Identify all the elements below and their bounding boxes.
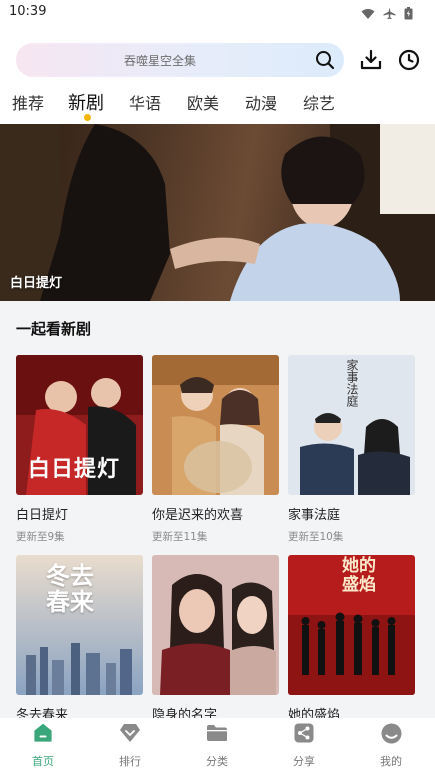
status-bar: 10:39 [0, 0, 435, 28]
status-time: 10:39 [9, 4, 47, 19]
nav-label: 分类 [206, 755, 228, 768]
category-tabs: 推荐 新剧 华语 欧美 动漫 综艺 [0, 88, 435, 122]
banner-caption: 白日提灯 [10, 276, 63, 291]
share-icon [294, 723, 314, 747]
poster: 家事法庭 [288, 355, 415, 495]
nav-home[interactable]: 首页 [8, 723, 78, 769]
airplane-icon [383, 5, 396, 24]
tab-anime[interactable]: 动漫 [245, 90, 277, 114]
poster: 白日提灯 [16, 355, 143, 495]
tab-variety[interactable]: 综艺 [303, 90, 335, 114]
poster [152, 555, 279, 695]
drama-card[interactable]: 白日提灯 白日提灯 更新至9集 [16, 355, 143, 544]
poster-title: 家事法庭 [345, 359, 359, 407]
drama-card[interactable]: 冬去春来 冬去春来 [16, 555, 143, 729]
folder-icon [206, 724, 228, 746]
card-subtitle: 更新至10集 [288, 531, 344, 543]
active-tab-indicator [84, 114, 91, 121]
featured-banner[interactable]: 白日提灯 [0, 124, 435, 301]
nav-label: 我的 [380, 755, 402, 768]
history-clock-icon[interactable] [397, 48, 421, 76]
nav-share[interactable]: 分享 [269, 723, 339, 769]
nav-profile[interactable]: 我的 [356, 723, 426, 769]
nav-label: 排行 [119, 755, 141, 768]
poster: 她的盛焰 [288, 555, 415, 695]
search-bar[interactable]: 吞噬星空全集 [16, 43, 344, 77]
wifi-icon [361, 5, 375, 24]
tab-recommend[interactable]: 推荐 [12, 90, 44, 114]
tab-chinese[interactable]: 华语 [129, 90, 161, 114]
ranking-icon [119, 723, 141, 747]
battery-icon [404, 5, 413, 24]
tab-new-drama[interactable]: 新剧 [68, 89, 104, 115]
tab-western[interactable]: 欧美 [187, 90, 219, 114]
search-placeholder: 吞噬星空全集 [123, 54, 196, 68]
poster-title: 白日提灯 [28, 456, 121, 482]
bottom-navigation: 首页 排行 分类 分享 我的 [0, 718, 435, 773]
poster-title: 她的盛焰 [342, 556, 376, 595]
home-icon [33, 723, 53, 747]
section-title: 一起看新剧 [16, 320, 92, 338]
search-icon[interactable] [315, 50, 335, 74]
card-subtitle: 更新至11集 [152, 531, 208, 543]
drama-card[interactable]: 家事法庭 家事法庭 更新至10集 [288, 355, 415, 544]
banner-image [0, 124, 435, 301]
poster [152, 355, 279, 495]
nav-label: 分享 [293, 755, 315, 768]
card-subtitle: 更新至9集 [16, 531, 65, 543]
poster-title: 冬去春来 [46, 561, 94, 616]
download-icon[interactable] [359, 48, 383, 76]
card-title: 白日提灯 [16, 508, 69, 523]
poster: 冬去春来 [16, 555, 143, 695]
drama-card[interactable]: 她的盛焰 她的盛焰 [288, 555, 415, 729]
nav-ranking[interactable]: 排行 [95, 724, 165, 769]
drama-card[interactable]: 隐身的名字 [152, 555, 279, 729]
card-title: 家事法庭 [288, 508, 341, 523]
drama-card[interactable]: 你是迟来的欢喜 更新至11集 [152, 355, 279, 544]
nav-label: 首页 [32, 755, 54, 768]
card-title: 你是迟来的欢喜 [152, 508, 244, 523]
nav-category[interactable]: 分类 [182, 724, 252, 769]
profile-icon [381, 723, 402, 748]
content-area: 一起看新剧 白日提灯 白日提灯 更新至9集 你是迟来的欢喜 更新至11集 家事法… [0, 301, 435, 723]
